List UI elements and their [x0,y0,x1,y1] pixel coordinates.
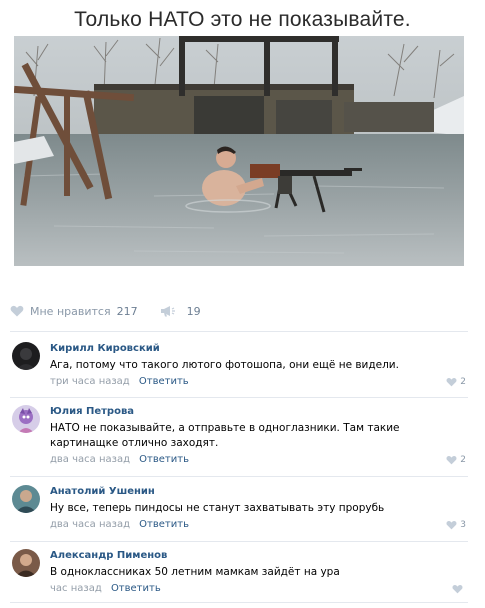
comment-time[interactable]: два часа назад [50,454,130,465]
comment-meta: три часа назад Ответить [50,375,455,388]
divider [10,602,468,603]
avatar[interactable] [12,342,40,370]
like-button[interactable]: Мне нравится 217 [10,305,138,318]
reply-link[interactable]: Ответить [139,376,189,387]
avatar[interactable] [12,549,40,577]
share-button[interactable]: 19 [160,305,201,318]
comment-text: Ага, потому что такого лютого фотошопа, … [50,359,399,371]
like-label: Мне нравится [30,304,111,318]
post-actions: Мне нравится 217 19 [10,302,201,320]
heart-icon [10,305,24,317]
comment-text: Ну все, теперь пиндосы не станут захваты… [50,502,385,514]
avatar[interactable] [12,405,40,433]
post-title: Только НАТО это не показывайте. [74,8,411,31]
comment-like-count: 3 [460,520,466,530]
comment-time[interactable]: три часа назад [50,376,130,387]
comment-text: НАТО не показывайте, а отправьте в одног… [50,422,400,449]
post-photo[interactable] [14,36,464,266]
comment-time[interactable]: два часа назад [50,519,130,530]
divider [10,476,468,477]
comment-like-button[interactable]: 3 [446,520,466,530]
heart-icon [446,378,457,387]
comment-text: В одноклассниках 50 летним мамкам зайдёт… [50,566,340,578]
reply-link[interactable]: Ответить [139,519,189,530]
comment-like-count: 2 [460,377,466,387]
reply-link[interactable]: Ответить [139,454,189,465]
avatar-image [12,549,40,577]
reply-link[interactable]: Ответить [111,583,161,594]
megaphone-icon [160,306,175,317]
comment-like-button[interactable]: 2 [446,377,466,387]
comment-author[interactable]: Александр Пименов [50,549,455,562]
avatar-image [12,342,40,370]
avatar[interactable] [12,485,40,513]
heart-icon [446,521,457,530]
share-count: 19 [186,304,201,318]
divider [10,397,468,398]
avatar-image [12,485,40,513]
divider [10,331,468,332]
like-count: 217 [116,304,138,318]
comment-author[interactable]: Кирилл Кировский [50,342,455,355]
comment-like-button[interactable] [452,584,466,594]
heart-icon [446,456,457,465]
avatar-image [12,405,40,433]
comment-time[interactable]: час назад [50,583,102,594]
heart-icon [452,585,463,594]
comment-like-count: 2 [460,455,466,465]
comment-author[interactable]: Юлия Петрова [50,405,455,418]
comment-meta: два часа назад Ответить [50,518,455,531]
photo-image [14,36,464,266]
comment-meta: два часа назад Ответить [50,453,455,466]
comment-like-button[interactable]: 2 [446,455,466,465]
comment-meta: час назад Ответить [50,582,455,595]
divider [10,541,468,542]
comment-author[interactable]: Анатолий Ушенин [50,485,455,498]
